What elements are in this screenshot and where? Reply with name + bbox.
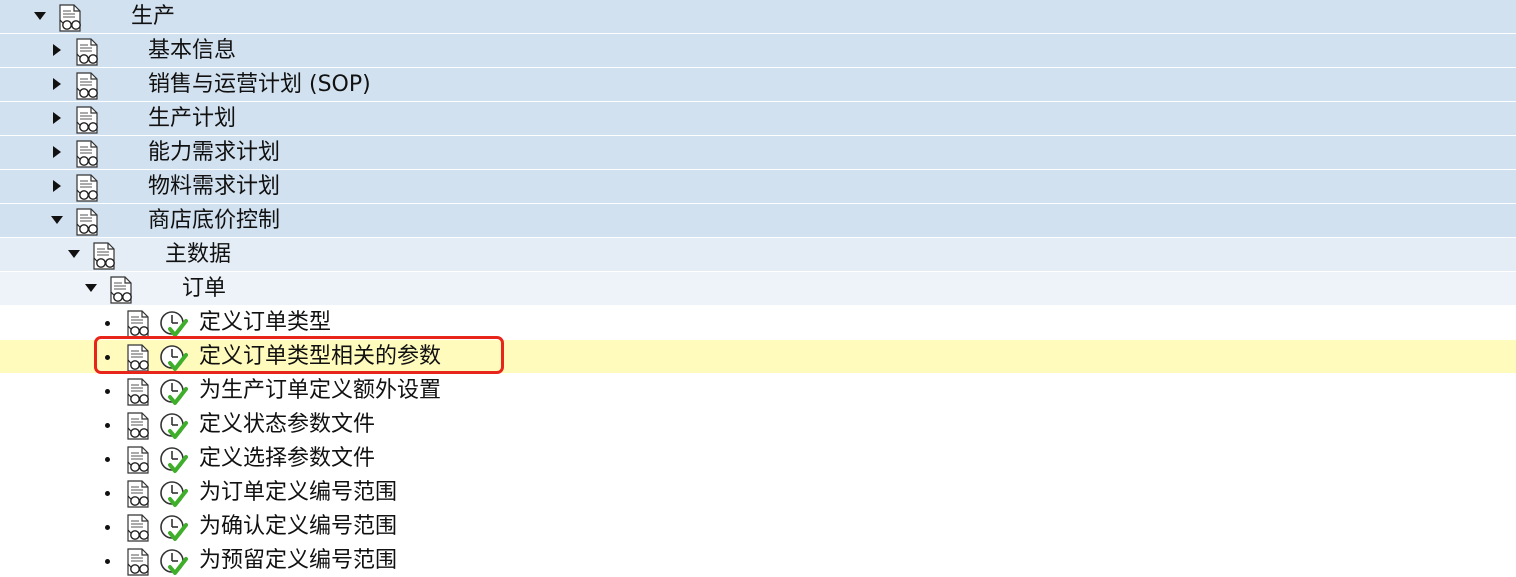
- tree-leaf-label: 为订单定义编号范围: [199, 480, 398, 505]
- tree-leaf-define-order-types[interactable]: 定义订单类型: [0, 306, 1516, 340]
- tree-leaf-order-type-params[interactable]: 定义订单类型相关的参数: [0, 340, 1516, 374]
- expand-right-icon[interactable]: [53, 112, 61, 124]
- menu-tree: 生产 基本信息 销售与运营计划 (SOP) 生产计划 能力需求计划 物料需求计划…: [0, 0, 1516, 574]
- tree-node-label: 能力需求计划: [148, 140, 281, 165]
- tree-node-label: 生产: [131, 4, 176, 29]
- tree-leaf-label: 定义状态参数文件: [199, 412, 376, 437]
- tree-leaf-label: 为预留定义编号范围: [199, 548, 398, 573]
- clock-check-icon[interactable]: [158, 343, 188, 373]
- expand-right-icon[interactable]: [53, 78, 61, 90]
- expand-right-icon[interactable]: [53, 180, 61, 192]
- tree-node-sop[interactable]: 销售与运营计划 (SOP): [0, 68, 1516, 102]
- clock-check-icon[interactable]: [158, 479, 188, 509]
- expand-down-icon[interactable]: [68, 250, 80, 258]
- tree-node-label: 订单: [182, 276, 227, 301]
- document-glasses-icon[interactable]: [123, 513, 153, 543]
- document-glasses-icon: [72, 207, 102, 237]
- document-glasses-icon: [72, 173, 102, 203]
- tree-node-label: 主数据: [165, 242, 232, 267]
- tree-node-basic-info[interactable]: 基本信息: [0, 34, 1516, 68]
- tree-node-label: 生产计划: [148, 106, 237, 131]
- tree-leaf-label: 定义订单类型相关的参数: [199, 344, 442, 369]
- tree-node-shop-floor-control[interactable]: 商店底价控制: [0, 204, 1516, 238]
- clock-check-icon[interactable]: [158, 411, 188, 441]
- expand-right-icon[interactable]: [53, 44, 61, 56]
- tree-leaf-label: 定义选择参数文件: [199, 446, 376, 471]
- tree-leaf-label: 定义订单类型: [199, 310, 332, 335]
- tree-node-mrp[interactable]: 物料需求计划: [0, 170, 1516, 204]
- clock-check-icon[interactable]: [158, 309, 188, 339]
- bullet-icon: [105, 525, 110, 530]
- tree-leaf-confirmation-number-ranges[interactable]: 为确认定义编号范围: [0, 510, 1516, 544]
- tree-node-production-planning[interactable]: 生产计划: [0, 102, 1516, 136]
- document-glasses-icon[interactable]: [123, 343, 153, 373]
- tree-node-root[interactable]: 生产: [0, 0, 1516, 34]
- clock-check-icon[interactable]: [158, 445, 188, 475]
- bullet-icon: [105, 559, 110, 564]
- document-glasses-icon: [72, 71, 102, 101]
- document-glasses-icon: [106, 275, 136, 305]
- tree-node-label: 基本信息: [148, 38, 237, 63]
- document-glasses-icon[interactable]: [123, 377, 153, 407]
- document-glasses-icon: [72, 105, 102, 135]
- document-glasses-icon: [89, 241, 119, 271]
- document-glasses-icon[interactable]: [123, 445, 153, 475]
- bullet-icon: [105, 423, 110, 428]
- bullet-icon: [105, 321, 110, 326]
- document-glasses-icon: [72, 37, 102, 67]
- document-glasses-icon[interactable]: [123, 547, 153, 577]
- tree-node-capacity-planning[interactable]: 能力需求计划: [0, 136, 1516, 170]
- bullet-icon: [105, 457, 110, 462]
- tree-node-label: 销售与运营计划 (SOP): [148, 72, 371, 97]
- expand-down-icon[interactable]: [85, 284, 97, 292]
- tree-leaf-status-profiles[interactable]: 定义状态参数文件: [0, 408, 1516, 442]
- tree-leaf-order-number-ranges[interactable]: 为订单定义编号范围: [0, 476, 1516, 510]
- clock-check-icon[interactable]: [158, 513, 188, 543]
- document-glasses-icon[interactable]: [123, 309, 153, 339]
- expand-down-icon[interactable]: [34, 12, 46, 20]
- document-glasses-icon[interactable]: [123, 411, 153, 441]
- tree-node-master-data[interactable]: 主数据: [0, 238, 1516, 272]
- bullet-icon: [105, 491, 110, 496]
- bullet-icon: [105, 355, 110, 360]
- tree-node-label: 物料需求计划: [148, 174, 281, 199]
- document-glasses-icon: [72, 139, 102, 169]
- tree-leaf-extra-settings[interactable]: 为生产订单定义额外设置: [0, 374, 1516, 408]
- tree-leaf-label: 为生产订单定义额外设置: [199, 378, 442, 403]
- tree-leaf-selection-profiles[interactable]: 定义选择参数文件: [0, 442, 1516, 476]
- document-glasses-icon[interactable]: [123, 479, 153, 509]
- tree-leaf-reservation-number-ranges[interactable]: 为预留定义编号范围: [0, 544, 1516, 574]
- tree-leaf-label: 为确认定义编号范围: [199, 514, 398, 539]
- expand-down-icon[interactable]: [51, 216, 63, 224]
- bullet-icon: [105, 389, 110, 394]
- clock-check-icon[interactable]: [158, 547, 188, 577]
- expand-right-icon[interactable]: [53, 146, 61, 158]
- document-glasses-icon: [55, 3, 85, 33]
- tree-node-label: 商店底价控制: [148, 208, 281, 233]
- clock-check-icon[interactable]: [158, 377, 188, 407]
- tree-node-order[interactable]: 订单: [0, 272, 1516, 306]
